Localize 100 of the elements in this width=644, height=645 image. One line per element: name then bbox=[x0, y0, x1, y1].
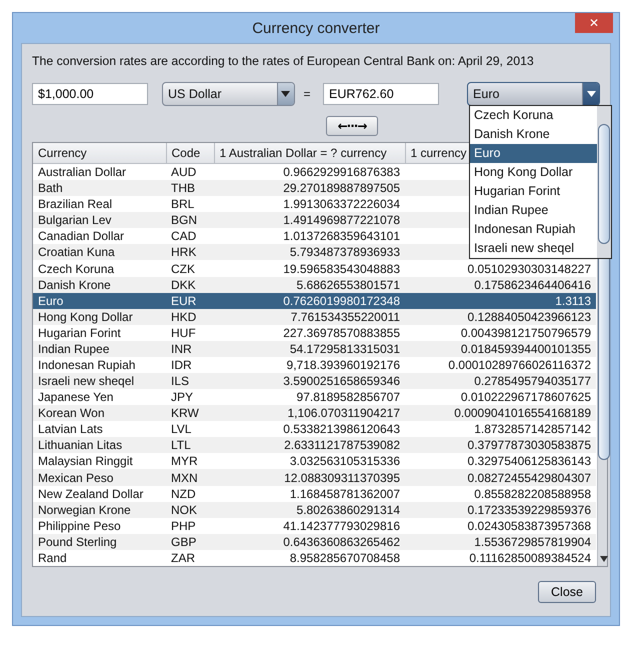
table-cell: 0.7626019980172348 bbox=[214, 292, 405, 309]
table-cell: 1,106.070311904217 bbox=[214, 405, 405, 422]
table-cell: 29.270189887897505 bbox=[214, 180, 405, 196]
caret-icon bbox=[586, 91, 596, 97]
table-cell: KRW bbox=[166, 405, 214, 422]
table-cell: MYR bbox=[166, 453, 214, 470]
dropdown-item[interactable]: Hong Kong Dollar bbox=[470, 163, 597, 182]
table-cell: 227.36978570883855 bbox=[214, 324, 405, 341]
table-cell: Philippine Peso bbox=[33, 518, 166, 534]
table-cell: INR bbox=[166, 340, 214, 357]
table-cell: 0.9662929916876383 bbox=[214, 164, 405, 180]
table-cell: Euro bbox=[33, 292, 166, 309]
table-cell-text: CZK bbox=[170, 260, 196, 277]
dropdown-item[interactable]: Euro bbox=[470, 144, 597, 163]
table-cell: 0.08272455429804307 bbox=[405, 469, 596, 486]
table-cell: 1.168458781362007 bbox=[214, 486, 405, 502]
table-cell: 0.12884050423966123 bbox=[405, 308, 596, 325]
table-cell: 0.02430583873957368 bbox=[405, 518, 596, 534]
caret-icon bbox=[281, 91, 290, 97]
table-cell-text: 19.596583543048883 bbox=[282, 260, 401, 277]
table-cell: 0.018459394400101355 bbox=[405, 340, 596, 357]
window-title: Currency converter bbox=[252, 20, 380, 36]
table-cell: GBP bbox=[166, 534, 214, 550]
table-cell: Japanese Yen bbox=[33, 389, 166, 406]
table-cell: LTL bbox=[166, 437, 214, 454]
table-cell: Lithuanian Litas bbox=[33, 437, 166, 454]
table-cell: 1.8732857142857142 bbox=[405, 421, 596, 438]
table-cell: 5.80263860291314 bbox=[214, 502, 405, 518]
table-cell: Bath bbox=[33, 180, 166, 196]
table-cell: 1.3113 bbox=[405, 292, 596, 309]
info-text: The conversion rates are according to the rates of European Central Bank on: April 29, 2013 bbox=[32, 54, 535, 68]
table-cell: THB bbox=[166, 180, 214, 196]
table-cell: Latvian Lats bbox=[33, 421, 166, 438]
table-cell: DKK bbox=[166, 276, 214, 293]
table-cell: Canadian Dollar bbox=[33, 228, 166, 244]
table-cell: LVL bbox=[166, 421, 214, 438]
table-cell: 8.958285670708458 bbox=[214, 550, 405, 566]
column-header[interactable]: 1 Australian Dollar = ? currency bbox=[214, 143, 405, 164]
table-cell: 7.761534355220011 bbox=[214, 308, 405, 325]
table-cell: Rand bbox=[33, 550, 166, 566]
table-cell: Indonesan Rupiah bbox=[33, 356, 166, 374]
table-cell: JPY bbox=[166, 389, 214, 406]
table-cell: 3.5900251658659346 bbox=[214, 373, 405, 390]
table-cell-text: 0.05102930303148227 bbox=[466, 260, 592, 277]
dropdown-item[interactable]: Hugarian Forint bbox=[470, 182, 597, 201]
equals-sign: = bbox=[302, 87, 312, 101]
table-cell: New Zealand Dollar bbox=[33, 486, 166, 502]
table-cell: Danish Krone bbox=[33, 276, 166, 293]
table-cell: 97.8189582856707 bbox=[214, 389, 405, 406]
currency-dropdown[interactable]: Euro bbox=[467, 82, 600, 106]
swap-button[interactable]: ←···→ bbox=[326, 116, 378, 136]
dropdown-item[interactable]: Indonesan Rupiah bbox=[470, 220, 597, 239]
currency-dropdown[interactable]: US Dollar bbox=[162, 82, 295, 106]
close-button[interactable]: Close bbox=[538, 581, 596, 603]
amount-field[interactable]: $1,000.00 bbox=[32, 83, 148, 105]
close-button[interactable]: ✕ bbox=[575, 13, 613, 33]
dropdown-item[interactable]: Indian Rupee bbox=[470, 201, 597, 220]
scrollbar[interactable] bbox=[597, 106, 611, 258]
table-cell: BRL bbox=[166, 196, 214, 212]
table-cell: Israeli new sheqel bbox=[33, 373, 166, 390]
table-cell: Hugarian Forint bbox=[33, 324, 166, 341]
table-cell: MXN bbox=[166, 469, 214, 486]
table-cell: 0.11162850089384524 bbox=[405, 550, 596, 566]
table-cell: 0.0009041016554168189 bbox=[405, 405, 596, 422]
table-cell: Korean Won bbox=[33, 405, 166, 422]
column-header[interactable]: Code bbox=[166, 143, 214, 164]
column-header[interactable]: Currency bbox=[33, 143, 166, 164]
table-cell: 1.5536729857819904 bbox=[405, 534, 596, 550]
table-cell: 5.793487378936933 bbox=[214, 244, 405, 260]
table-cell: PHP bbox=[166, 518, 214, 534]
table-cell: ILS bbox=[166, 373, 214, 390]
table-cell: Hong Kong Dollar bbox=[33, 308, 166, 325]
scroll-down-icon[interactable] bbox=[600, 556, 608, 562]
table-cell: Australian Dollar bbox=[33, 164, 166, 180]
table-cell: BGN bbox=[166, 212, 214, 228]
table-cell: 9,718.393960192176 bbox=[214, 356, 405, 374]
table-cell: 1.0137268359643101 bbox=[214, 228, 405, 244]
table-cell: ZAR bbox=[166, 550, 214, 566]
table-cell: HKD bbox=[166, 308, 214, 325]
table-cell: Brazilian Real bbox=[33, 196, 166, 212]
dropdown-item[interactable]: Israeli new sheqel bbox=[470, 239, 597, 258]
table-cell: 0.5338213986120643 bbox=[214, 421, 405, 438]
table-cell: Croatian Kuna bbox=[33, 244, 166, 260]
table-cell: 2.6331121787539082 bbox=[214, 437, 405, 454]
table-cell: HUF bbox=[166, 324, 214, 341]
table-cell: Norwegian Krone bbox=[33, 502, 166, 518]
dropdown-item[interactable]: Danish Krone bbox=[470, 125, 597, 144]
result-field[interactable]: EUR762.60 bbox=[323, 83, 440, 105]
table-cell: 0.00010289766026116372 bbox=[405, 356, 596, 374]
table-cell: NOK bbox=[166, 502, 214, 518]
table-cell: Bulgarian Lev bbox=[33, 212, 166, 228]
table-cell: 0.2785495794035177 bbox=[405, 373, 596, 390]
table-cell: IDR bbox=[166, 356, 214, 374]
table-cell: Indian Rupee bbox=[33, 340, 166, 357]
table-cell: 0.6436360863265462 bbox=[214, 534, 405, 550]
dropdown-item[interactable]: Czech Koruna bbox=[470, 106, 597, 125]
table-cell: 5.68626553801571 bbox=[214, 276, 405, 293]
table-cell: 3.032563105315336 bbox=[214, 453, 405, 470]
table-cell: 54.17295813315031 bbox=[214, 340, 405, 357]
table-cell-text: Czech Koruna bbox=[37, 260, 116, 277]
